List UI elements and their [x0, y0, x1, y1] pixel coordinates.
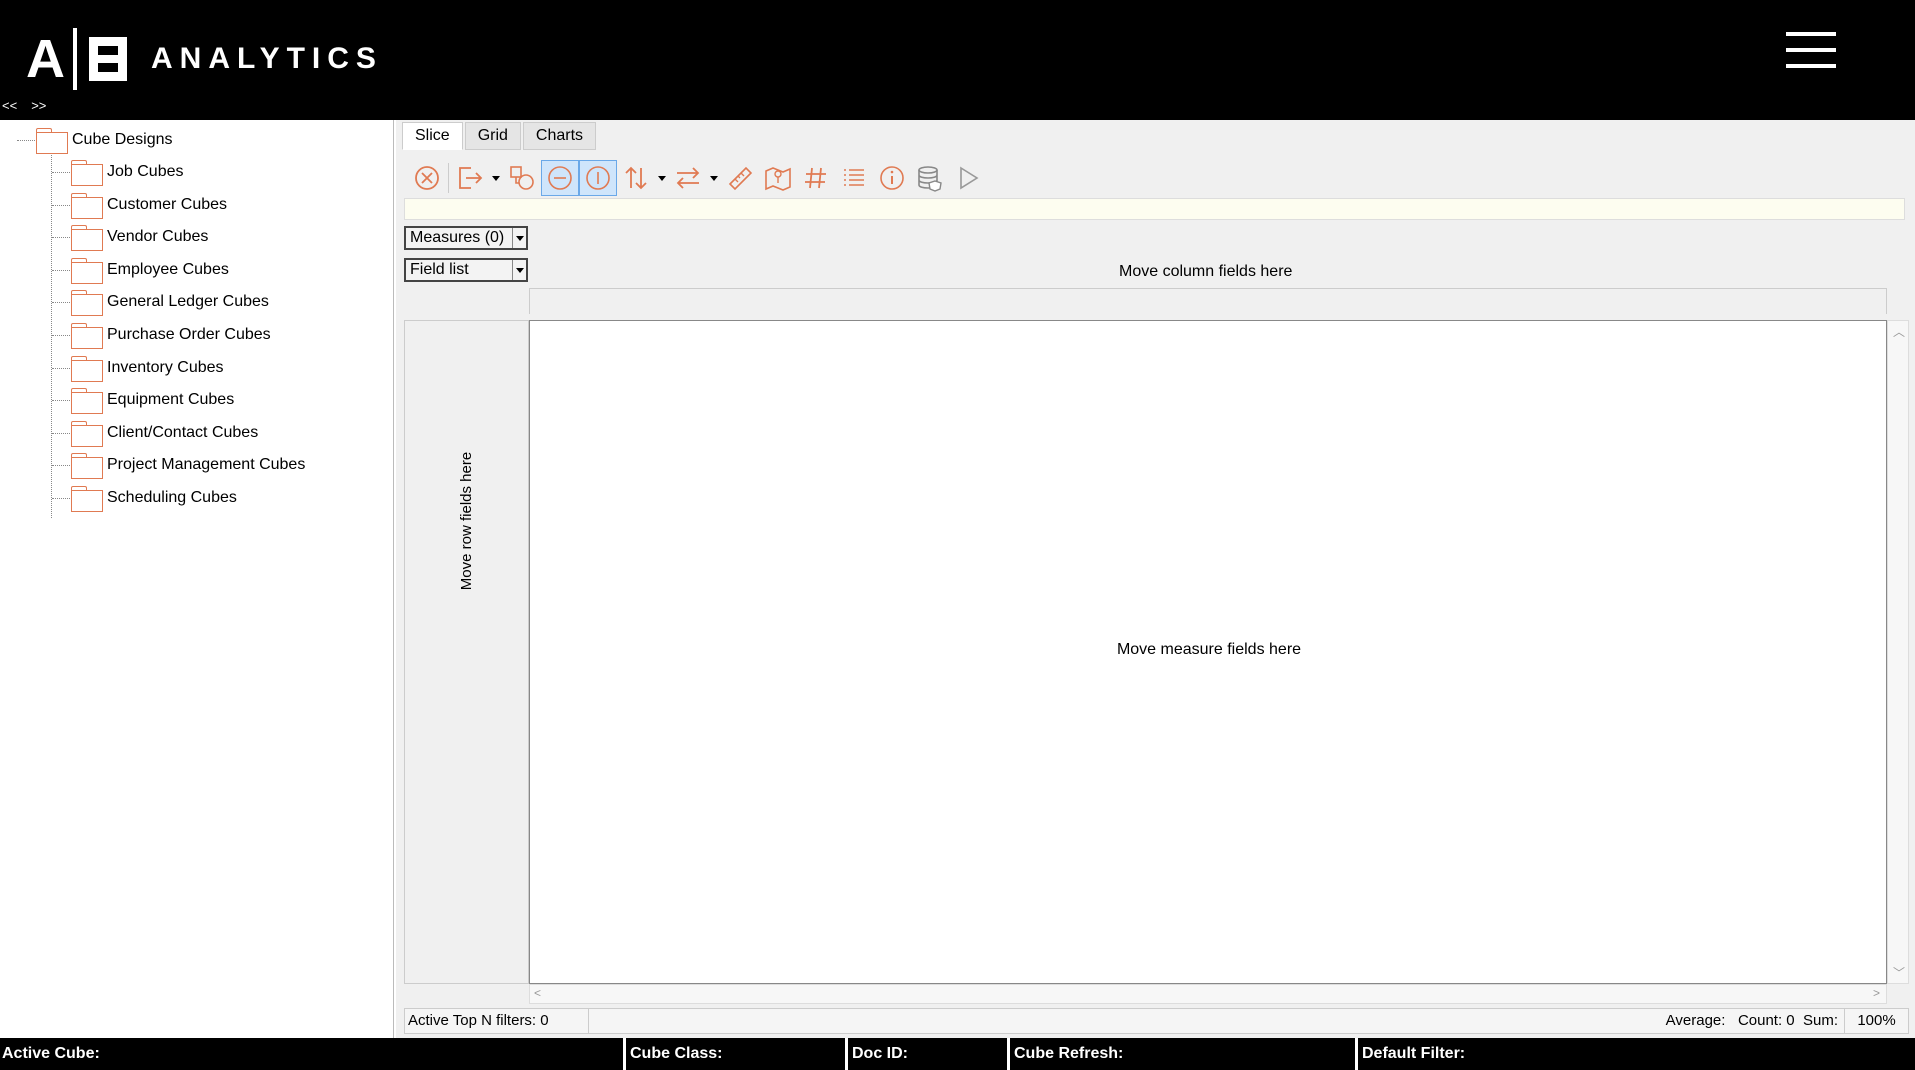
vertical-scrollbar[interactable]: ︿ ﹀	[1887, 320, 1909, 984]
tree-item[interactable]: Employee Cubes	[71, 254, 229, 286]
tree-item[interactable]: Customer Cubes	[71, 189, 227, 221]
column-drop-area[interactable]	[529, 288, 1887, 314]
export-dropdown-icon[interactable]	[489, 160, 503, 196]
swap-icon[interactable]	[669, 160, 707, 196]
logo-letter-b	[89, 37, 127, 81]
tree-item-label: Employee Cubes	[107, 260, 229, 278]
tree-item[interactable]: Equipment Cubes	[71, 384, 234, 416]
sort-dropdown-icon[interactable]	[655, 160, 669, 196]
tree-item-label: Scheduling Cubes	[107, 489, 237, 506]
folder-icon	[71, 420, 103, 447]
tree-item[interactable]: Client/Contact Cubes	[71, 417, 258, 449]
filter-bar[interactable]	[404, 198, 1905, 220]
folder-icon	[36, 128, 68, 154]
folder-icon	[71, 453, 103, 480]
pivot-toolbar	[408, 160, 987, 196]
ruler-icon[interactable]	[721, 160, 759, 196]
chevron-down-icon	[512, 260, 526, 280]
chevron-down-icon	[512, 228, 526, 248]
folder-icon	[71, 290, 103, 317]
scroll-down-icon[interactable]: ﹀	[1893, 964, 1905, 981]
tree-item-label: Cube Designs	[72, 131, 173, 148]
scroll-up-icon[interactable]: ︿	[1893, 323, 1905, 340]
pivot-status-bar: Active Top N filters: 0 Average: Count: …	[404, 1008, 1909, 1034]
tab-charts[interactable]: Charts	[522, 122, 597, 150]
app-header: A ANALYTICS << >>	[0, 0, 1915, 120]
collapse-sidebar-button[interactable]: <<	[2, 98, 17, 116]
folder-icon	[71, 323, 103, 349]
tree-item-label: Purchase Order Cubes	[107, 326, 271, 343]
database-icon[interactable]	[911, 160, 949, 196]
run-icon[interactable]	[949, 160, 987, 196]
measure-drop-hint: Move measure fields here	[1116, 641, 1302, 658]
cube-class-label: Cube Class:	[630, 1045, 723, 1062]
app-logo: A ANALYTICS	[26, 28, 383, 90]
tree-item[interactable]: Purchase Order Cubes	[71, 319, 271, 351]
tab-grid[interactable]: Grid	[464, 122, 521, 150]
sort-icon[interactable]	[617, 160, 655, 196]
folder-icon	[71, 355, 103, 382]
logo-letter-a: A	[26, 29, 65, 89]
cube-tree-panel: Cube Designs Job Cubes Customer Cubes Vend…	[0, 120, 394, 1038]
expand-sidebar-button[interactable]: >>	[31, 98, 46, 116]
tree-item[interactable]: Vendor Cubes	[71, 221, 208, 253]
tree-item-label: Job Cubes	[107, 163, 184, 180]
swap-dropdown-icon[interactable]	[707, 160, 721, 196]
logo-divider	[73, 28, 77, 90]
slice-workspace: Slice Grid Charts Measures (0) Field lis…	[396, 120, 1915, 1038]
column-drop-hint: Move column fields here	[1119, 263, 1293, 280]
folder-icon	[71, 257, 103, 284]
row-drop-hint: Move row fields here	[458, 451, 475, 591]
tree-item[interactable]: Scheduling Cubes	[71, 482, 237, 514]
tab-slice[interactable]: Slice	[402, 122, 463, 150]
info-icon[interactable]	[873, 160, 911, 196]
default-filter-label: Default Filter:	[1362, 1045, 1466, 1062]
map-icon[interactable]	[759, 160, 797, 196]
row-drop-area[interactable]: Move row fields here	[404, 320, 529, 984]
doc-id-label: Doc ID:	[852, 1045, 908, 1062]
tree-item-label: General Ledger Cubes	[107, 293, 269, 311]
tree-item[interactable]: General Ledger Cubes	[71, 286, 269, 318]
aggregate-summary: Average: Count: 0 Sum:	[1665, 1012, 1838, 1029]
shapes-icon[interactable]	[503, 160, 541, 196]
cube-info-footer: Active Cube: Cube Class: Doc ID: Cube Re…	[0, 1038, 1915, 1070]
tree-item-label: Project Management Cubes	[107, 456, 306, 474]
hamburger-icon[interactable]	[1786, 32, 1836, 68]
tree-item-label: Customer Cubes	[107, 195, 228, 213]
collapse-icon[interactable]	[541, 160, 579, 196]
number-format-icon[interactable]	[797, 160, 835, 196]
cube-refresh-label: Cube Refresh:	[1014, 1045, 1124, 1062]
measure-drop-area[interactable]: Move measure fields here	[529, 320, 1887, 984]
scroll-right-icon[interactable]: >	[1873, 986, 1880, 1000]
topn-filter-count: Active Top N filters: 0	[405, 1009, 589, 1033]
tree-item-label: Vendor Cubes	[107, 228, 209, 246]
tree-item-label: Client/Contact Cubes	[107, 423, 259, 441]
tree-item[interactable]: Job Cubes	[71, 156, 184, 188]
zoom-level[interactable]: 100%	[1844, 1009, 1908, 1033]
folder-icon	[71, 486, 103, 512]
view-tabs: Slice Grid Charts	[402, 122, 598, 150]
active-cube-label: Active Cube:	[2, 1045, 100, 1062]
tree-item[interactable]: Project Management Cubes	[71, 449, 305, 481]
folder-icon	[71, 192, 103, 219]
scroll-left-icon[interactable]: <	[534, 986, 541, 1000]
expand-icon[interactable]	[579, 160, 617, 196]
folder-icon	[71, 160, 103, 186]
tree-item-label: Inventory Cubes	[107, 358, 224, 376]
tree-item-label: Equipment Cubes	[107, 391, 235, 409]
horizontal-scrollbar[interactable]: < >	[529, 984, 1887, 1004]
sidebar-toggle: << >>	[0, 98, 46, 116]
clear-icon[interactable]	[408, 160, 446, 196]
logo-text: ANALYTICS	[151, 42, 383, 75]
folder-icon	[71, 388, 103, 415]
list-icon[interactable]	[835, 160, 873, 196]
folder-icon	[71, 225, 103, 252]
tree-item[interactable]: Inventory Cubes	[71, 352, 224, 384]
tree-item-cube-designs[interactable]: Cube Designs	[36, 124, 173, 156]
